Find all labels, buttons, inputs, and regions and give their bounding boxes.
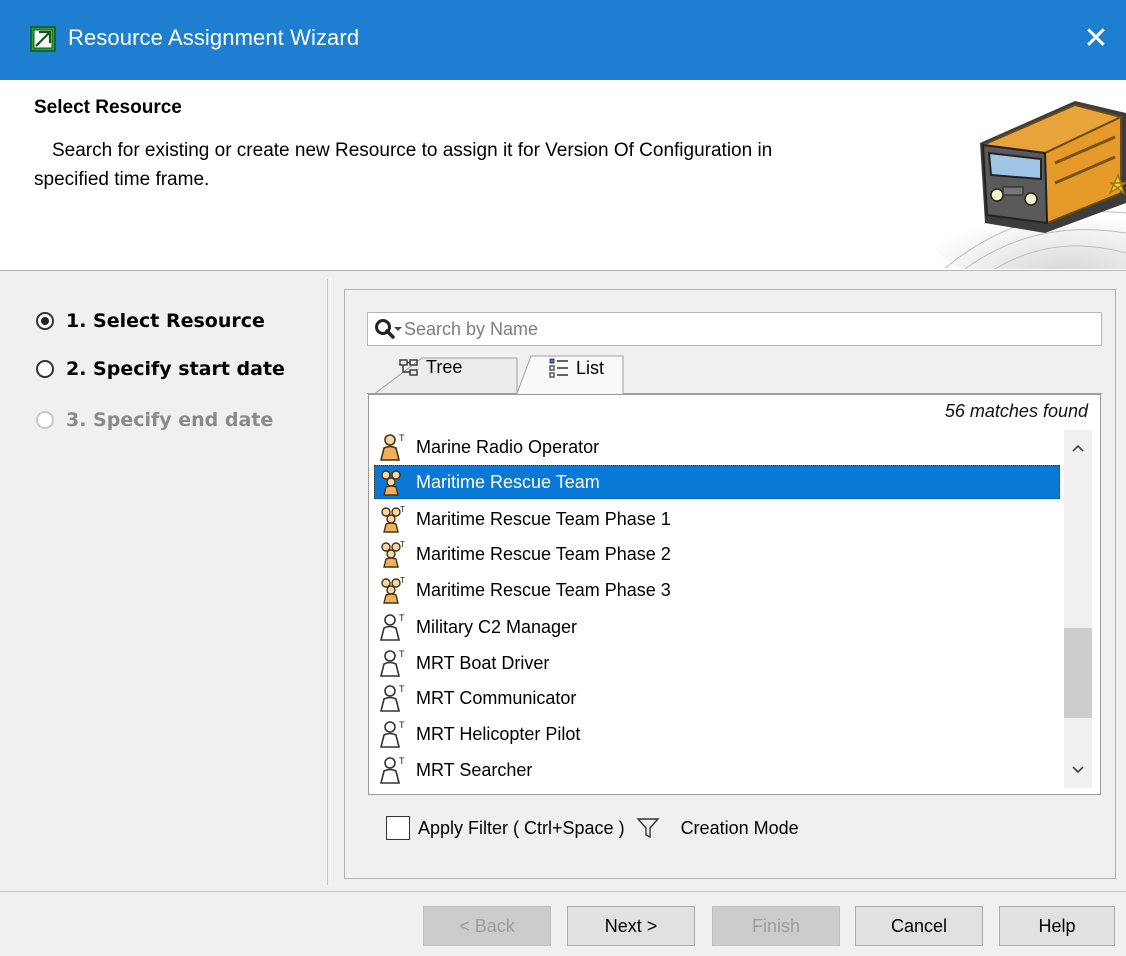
- svg-text:T: T: [399, 684, 405, 694]
- step-label: 3. Specify end date: [66, 409, 274, 431]
- list-item[interactable]: T Marine Radio Operator: [374, 430, 1060, 464]
- list-item-selected[interactable]: Maritime Rescue Team: [374, 465, 1060, 499]
- step-label: 2. Specify start date: [66, 358, 285, 380]
- page-title: Select Resource: [34, 97, 182, 118]
- sidebar-divider: [327, 279, 331, 885]
- tree-icon: [399, 358, 418, 376]
- radio-selected-icon: [36, 312, 54, 330]
- finish-button[interactable]: Finish: [712, 906, 840, 946]
- item-label: MRT Communicator: [416, 687, 577, 708]
- list-item[interactable]: T MRT Communicator: [374, 681, 1060, 715]
- team-icon: T: [381, 540, 405, 568]
- step-specify-end-date: 3. Specify end date: [36, 409, 273, 431]
- list-item[interactable]: T Maritime Rescue Team Phase 1: [374, 502, 1060, 536]
- team-icon: T: [381, 505, 405, 533]
- back-button[interactable]: < Back: [423, 906, 551, 946]
- person-role-icon: T: [379, 720, 405, 748]
- svg-text:T: T: [400, 576, 405, 585]
- list-item[interactable]: T Military C2 Manager: [374, 610, 1060, 644]
- radio-disabled-icon: [36, 411, 54, 429]
- item-label: MRT Searcher: [416, 759, 533, 780]
- list-item[interactable]: T Maritime Rescue Team Phase 3: [374, 573, 1060, 607]
- tab-list[interactable]: List: [548, 357, 604, 379]
- person-role-icon: T: [379, 649, 405, 677]
- app-icon: [30, 26, 56, 52]
- list-item[interactable]: T MRT Helicopter Pilot: [374, 717, 1060, 751]
- svg-text:T: T: [399, 613, 405, 623]
- scroll-up-icon[interactable]: [1064, 436, 1092, 460]
- close-button[interactable]: ✕: [1066, 0, 1126, 80]
- next-button[interactable]: Next >: [567, 906, 695, 946]
- filter-icon[interactable]: [635, 816, 661, 840]
- view-tabs: [367, 355, 1102, 394]
- apply-filter-checkbox[interactable]: [386, 816, 410, 840]
- item-label: Marine Radio Operator: [416, 436, 600, 457]
- cancel-button[interactable]: Cancel: [855, 906, 983, 946]
- filter-row: Apply Filter ( Ctrl+Space ) Creation Mod…: [386, 816, 799, 840]
- scroll-thumb[interactable]: [1064, 628, 1092, 718]
- tab-tree-label: Tree: [426, 357, 463, 377]
- scroll-down-icon[interactable]: [1064, 758, 1092, 782]
- matches-count: 56 matches found: [944, 401, 1088, 421]
- team-icon: T: [381, 576, 405, 604]
- list-item[interactable]: T MRT Searcher: [374, 753, 1060, 787]
- description-line-2: specified time frame.: [34, 169, 210, 190]
- close-icon: ✕: [1083, 22, 1109, 55]
- title-bar: Resource Assignment Wizard ✕: [0, 0, 1126, 80]
- step-label: 1. Select Resource: [66, 310, 265, 332]
- item-label: Maritime Rescue Team Phase 1: [416, 508, 671, 529]
- apply-filter-label[interactable]: Apply Filter ( Ctrl+Space ): [418, 818, 625, 839]
- svg-text:T: T: [400, 505, 405, 514]
- list-item[interactable]: T MRT Boat Driver: [374, 646, 1060, 680]
- item-label: MRT Boat Driver: [416, 652, 550, 673]
- list-scrollbar[interactable]: [1064, 430, 1092, 788]
- svg-text:T: T: [399, 649, 405, 659]
- item-label: Maritime Rescue Team: [416, 471, 600, 492]
- step-specify-start-date[interactable]: 2. Specify start date: [36, 358, 285, 380]
- team-icon: [381, 470, 401, 496]
- list-item[interactable]: T Maritime Rescue Team Phase 2: [374, 537, 1060, 571]
- svg-text:T: T: [400, 540, 405, 549]
- radio-unselected-icon: [36, 360, 54, 378]
- search-box[interactable]: [367, 312, 1102, 346]
- person-role-icon: T: [379, 613, 405, 641]
- tab-list-label: List: [576, 357, 605, 378]
- help-button[interactable]: Help: [999, 906, 1115, 946]
- person-role-icon: T: [379, 756, 405, 784]
- description-line-1: Search for existing or create new Resour…: [52, 140, 773, 161]
- train-icon: [925, 83, 1126, 269]
- person-role-icon: T: [379, 684, 405, 712]
- item-label: Maritime Rescue Team Phase 3: [416, 579, 671, 600]
- svg-text:T: T: [399, 756, 405, 766]
- window-title: Resource Assignment Wizard: [68, 25, 360, 50]
- person-role-icon: T: [379, 433, 405, 461]
- step-select-resource[interactable]: 1. Select Resource: [36, 310, 265, 332]
- svg-text:T: T: [399, 720, 405, 730]
- creation-mode-button[interactable]: Creation Mode: [681, 818, 799, 839]
- tab-tree[interactable]: Tree: [398, 357, 462, 378]
- item-label: MRT Helicopter Pilot: [416, 723, 581, 744]
- search-icon: [375, 319, 402, 339]
- svg-text:T: T: [399, 433, 405, 443]
- item-label: Military C2 Manager: [416, 616, 578, 637]
- item-label: Maritime Rescue Team Phase 2: [416, 543, 671, 564]
- search-input[interactable]: [404, 313, 1094, 345]
- page-description: Search for existing or create new Resour…: [34, 136, 914, 194]
- list-icon: [549, 358, 568, 378]
